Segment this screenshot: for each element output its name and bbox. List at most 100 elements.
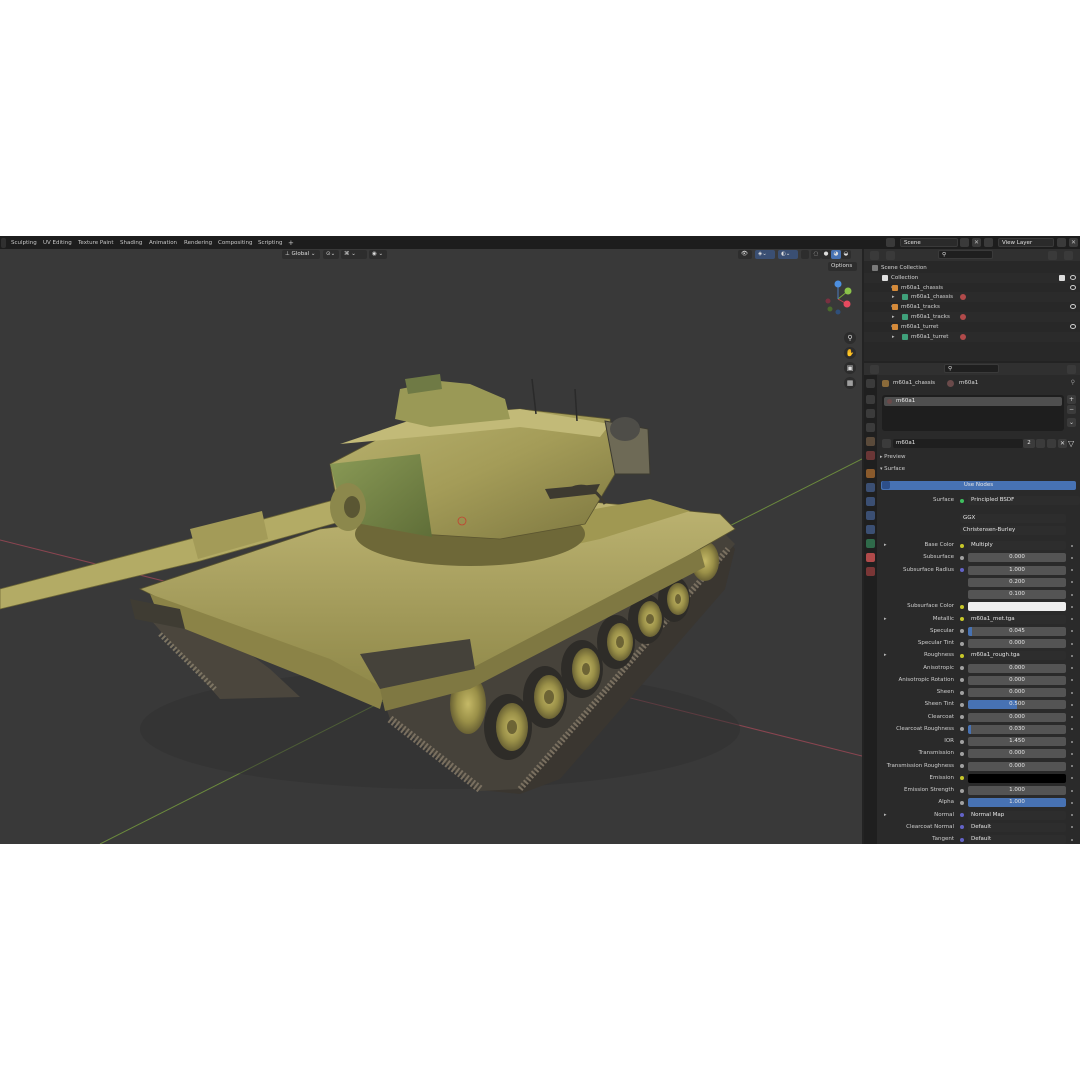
disclosure-arrow-icon[interactable]: ▸ xyxy=(892,312,895,322)
surface-shader-field[interactable]: Principled BSDF xyxy=(968,496,1080,505)
tab-layout-edge[interactable] xyxy=(1,238,6,248)
gizmo-neg-x[interactable] xyxy=(825,298,831,304)
texture-tab-icon[interactable] xyxy=(866,567,875,576)
data-tab-icon[interactable] xyxy=(866,539,875,548)
visibility-eye-icon[interactable] xyxy=(1070,284,1076,290)
keyframe-dot-icon[interactable] xyxy=(1071,752,1073,755)
outliner-row[interactable]: ▾m60a1_turret xyxy=(864,322,1080,332)
input-socket-icon[interactable] xyxy=(960,764,964,768)
distribution-dropdown[interactable]: GGX xyxy=(960,514,1066,523)
input-socket-icon[interactable] xyxy=(960,629,964,634)
numeric-slider[interactable]: 0.100 xyxy=(968,590,1066,599)
input-socket-icon[interactable] xyxy=(960,788,964,793)
numeric-slider[interactable]: 0.000 xyxy=(968,553,1066,563)
navigation-gizmo[interactable] xyxy=(820,279,860,319)
linked-input-field[interactable]: m60a1_met.tga xyxy=(968,614,1066,624)
input-socket-icon[interactable] xyxy=(960,702,964,707)
keyframe-dot-icon[interactable] xyxy=(1071,838,1073,841)
outliner-row[interactable]: ▸ m60a1_tracks xyxy=(864,312,1080,322)
output-tab-icon[interactable] xyxy=(866,409,875,418)
keyframe-dot-icon[interactable] xyxy=(1071,630,1073,633)
xray-toggle[interactable] xyxy=(801,250,809,259)
unlink-material-icon[interactable]: ✕ xyxy=(1058,439,1067,448)
browse-material-icon[interactable] xyxy=(882,439,891,448)
gizmo-neg-y[interactable] xyxy=(827,306,833,312)
visibility-eye-icon[interactable] xyxy=(1070,274,1076,280)
duplicate-material-icon[interactable] xyxy=(1047,439,1056,448)
material-name-field[interactable]: m60a1 xyxy=(893,439,1023,448)
keyframe-dot-icon[interactable] xyxy=(1071,667,1073,669)
editor-type-icon[interactable] xyxy=(870,251,879,260)
keyframe-dot-icon[interactable] xyxy=(1071,691,1073,694)
filter-icon[interactable]: ▽ xyxy=(1068,439,1074,448)
keyframe-dot-icon[interactable] xyxy=(1071,556,1073,559)
display-mode-icon[interactable] xyxy=(886,251,895,260)
object-tab-icon[interactable] xyxy=(866,469,875,478)
keyframe-dot-icon[interactable] xyxy=(1071,618,1073,620)
remove-slot-button[interactable]: − xyxy=(1067,405,1076,414)
outliner-search-input[interactable]: ⚲ xyxy=(938,250,993,259)
keyframe-dot-icon[interactable] xyxy=(1071,716,1073,718)
tab-sculpting[interactable]: Sculpting xyxy=(8,238,40,248)
material-slot-item[interactable]: m60a1 xyxy=(884,397,1062,406)
scene-field[interactable]: Scene xyxy=(900,238,958,247)
outliner-row[interactable]: ▸ m60a1_turret xyxy=(864,331,1080,342)
numeric-slider[interactable]: 0.500 xyxy=(968,700,1066,710)
linked-input-field[interactable]: Multiply xyxy=(968,541,1066,550)
input-socket-icon[interactable] xyxy=(960,800,964,805)
shading-material-icon[interactable]: ◕ xyxy=(831,250,841,259)
color-swatch[interactable] xyxy=(968,602,1066,612)
numeric-slider[interactable]: 0.000 xyxy=(968,688,1066,697)
constraints-tab-icon[interactable] xyxy=(866,525,875,534)
input-socket-icon[interactable] xyxy=(960,641,964,646)
outliner-row[interactable]: ▸ m60a1_chassis xyxy=(864,292,1080,303)
visibility-eye-icon[interactable] xyxy=(1070,323,1076,329)
world-tab-icon[interactable] xyxy=(866,451,875,460)
3d-viewport[interactable]: ⊥ Global ⌄ ⊙⌄ ⌘ ⌄ ◉ ⌄ 👁 ◈⌄ ◐⌄ ◌ ● ◕ ◒ Op… xyxy=(0,249,862,844)
input-socket-icon[interactable] xyxy=(960,678,964,683)
expand-arrow-icon[interactable]: ▸ xyxy=(884,542,887,548)
numeric-slider[interactable]: 0.000 xyxy=(968,749,1066,759)
ortho-grid-icon[interactable]: ▦ xyxy=(844,377,856,389)
surface-panel-header[interactable]: ▾ Surface xyxy=(880,466,905,472)
options-dropdown[interactable]: Options xyxy=(828,262,857,271)
numeric-slider[interactable]: 1.000 xyxy=(968,565,1066,575)
shading-solid-icon[interactable]: ● xyxy=(821,250,831,259)
keyframe-dot-icon[interactable] xyxy=(1071,740,1073,743)
pivot-dropdown[interactable]: ⊙⌄ xyxy=(323,250,339,259)
keyframe-dot-icon[interactable] xyxy=(1071,826,1073,829)
physics-tab-icon[interactable] xyxy=(866,511,875,520)
input-socket-icon[interactable] xyxy=(960,813,964,817)
keyframe-dot-icon[interactable] xyxy=(1071,605,1073,608)
material-icon[interactable] xyxy=(960,314,966,320)
tab-texture-paint[interactable]: Texture Paint xyxy=(75,238,117,248)
exclude-checkbox[interactable] xyxy=(1059,274,1065,281)
input-socket-icon[interactable] xyxy=(960,617,964,621)
tab-animation[interactable]: Animation xyxy=(146,238,180,248)
gizmo-toggle[interactable]: ◈⌄ xyxy=(755,250,775,259)
keyframe-dot-icon[interactable] xyxy=(1071,654,1073,657)
new-collection-icon[interactable] xyxy=(1064,251,1073,260)
outliner-row[interactable]: Scene Collection xyxy=(864,263,1080,273)
input-socket-icon[interactable] xyxy=(960,666,964,670)
keyframe-dot-icon[interactable] xyxy=(1071,544,1073,547)
input-socket-icon[interactable] xyxy=(960,837,964,842)
material-tab-icon[interactable] xyxy=(866,553,875,562)
preview-panel-header[interactable]: ▸ Preview xyxy=(880,454,906,460)
input-socket-icon[interactable] xyxy=(960,751,964,756)
numeric-slider[interactable]: 0.200 xyxy=(968,577,1066,587)
input-socket-icon[interactable] xyxy=(960,543,964,548)
outliner-row[interactable]: ▾m60a1_chassis xyxy=(864,283,1080,293)
numeric-slider[interactable]: 1.450 xyxy=(968,737,1066,746)
proportional-edit-toggle[interactable]: ◉ ⌄ xyxy=(369,250,387,259)
input-socket-icon[interactable] xyxy=(960,555,964,560)
view-layer-tab-icon[interactable] xyxy=(866,423,875,432)
keyframe-dot-icon[interactable] xyxy=(1071,593,1073,596)
render-tab-icon[interactable] xyxy=(866,395,875,404)
input-socket-icon[interactable] xyxy=(960,604,964,609)
new-scene-icon[interactable] xyxy=(960,238,969,247)
keyframe-dot-icon[interactable] xyxy=(1071,777,1073,780)
pin-icon[interactable]: ⚲ xyxy=(1071,379,1075,386)
shading-wireframe-icon[interactable]: ◌ xyxy=(811,250,821,259)
pan-hand-icon[interactable]: ✋ xyxy=(844,347,856,359)
